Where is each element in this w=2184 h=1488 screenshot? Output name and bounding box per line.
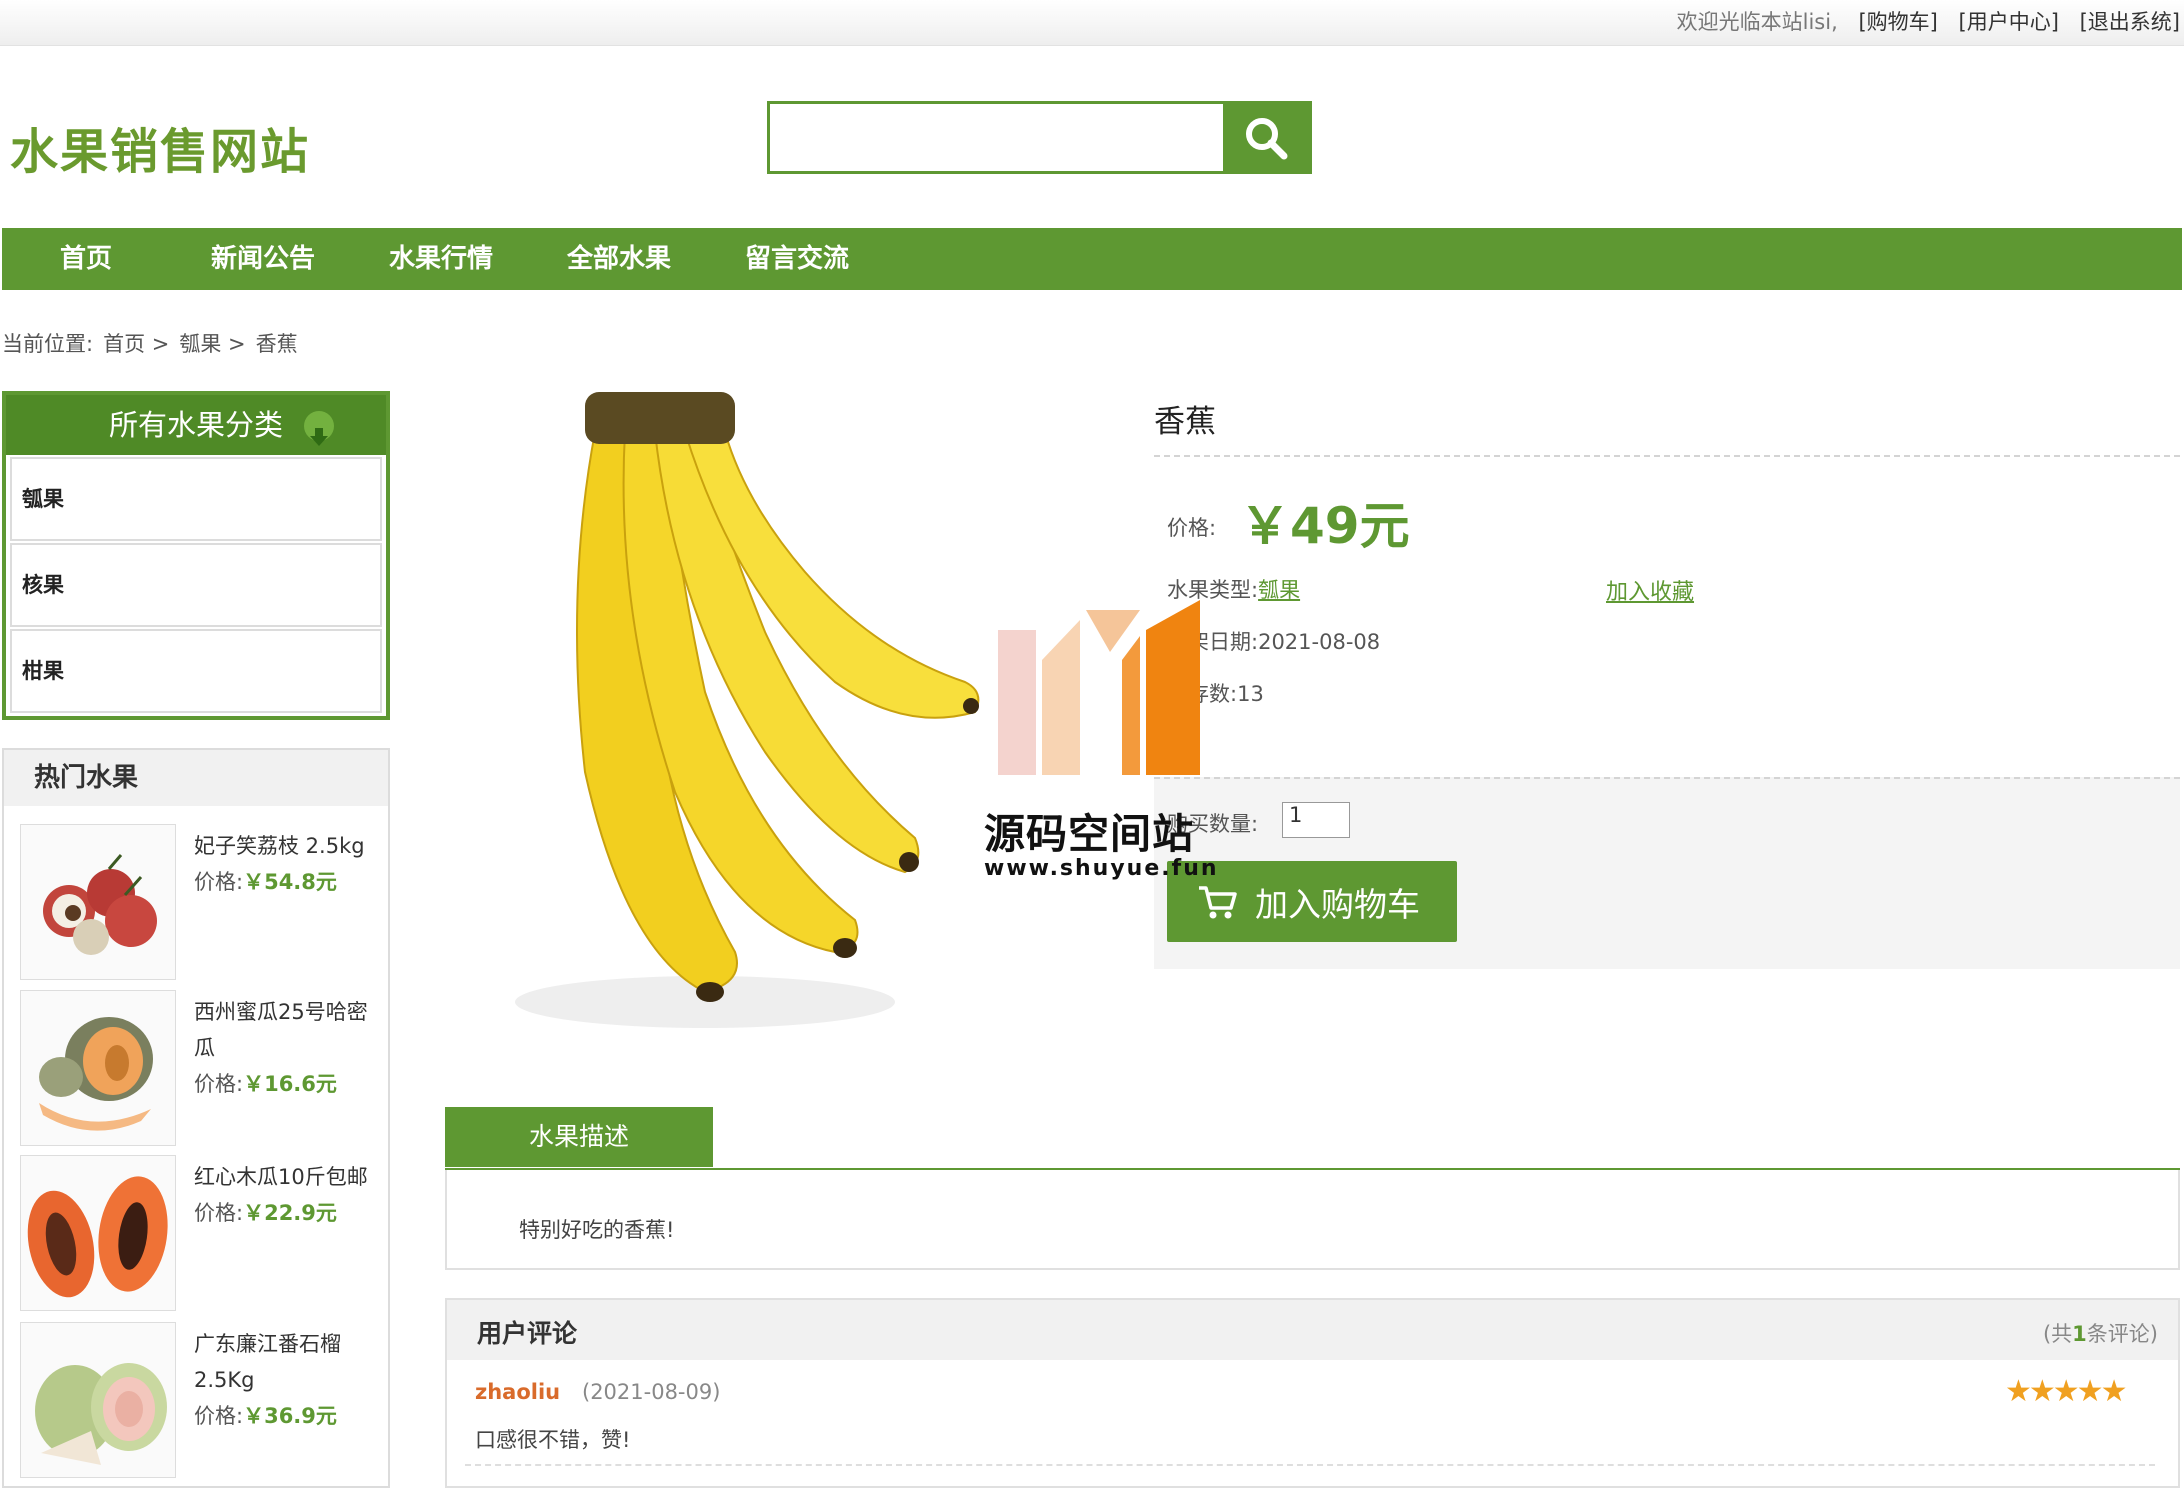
- tab-description[interactable]: 水果描述: [445, 1107, 713, 1167]
- hot-item-price: 价格:￥22.9元: [194, 1201, 337, 1225]
- breadcrumb-prefix: 当前位置:: [2, 332, 94, 356]
- category-panel-title: 所有水果分类: [108, 408, 283, 442]
- papaya-image[interactable]: [20, 1155, 176, 1311]
- product-title: 香蕉: [1154, 404, 1216, 440]
- breadcrumb: 当前位置: 首页 > 瓠果 > 香蕉: [2, 328, 308, 358]
- cart-link[interactable]: [购物车]: [1858, 10, 1937, 34]
- hot-item-price: 价格:￥36.9元: [194, 1404, 337, 1428]
- hot-item-price: 价格:￥54.8元: [194, 870, 337, 894]
- category-item[interactable]: 核果: [10, 543, 382, 627]
- quantity-input[interactable]: 1: [1282, 802, 1350, 838]
- review-date: (2021-08-09): [582, 1380, 721, 1404]
- watermark-logo: [998, 600, 1200, 775]
- category-item[interactable]: 柑果: [10, 629, 382, 713]
- review-rating-stars: ★★★★★: [2005, 1374, 2127, 1409]
- reviews-title: 用户评论: [477, 1319, 578, 1348]
- description-content: 特别好吃的香蕉!: [445, 1170, 2180, 1270]
- hot-item-name[interactable]: 西州蜜瓜25号哈密瓜: [194, 994, 380, 1066]
- search-input[interactable]: [770, 104, 1223, 171]
- review-text: 口感很不错，赞!: [475, 1428, 631, 1452]
- reviews-count: (共1条评论): [2042, 1322, 2158, 1346]
- hot-fruits-panel: 热门水果 妃子笑荔枝 2.5kg 价格:￥54.8元 西州蜜瓜25号哈密瓜 价格…: [2, 748, 390, 1488]
- divider: [1154, 455, 2180, 457]
- main-nav: 首页 新闻公告 水果行情 全部水果 留言交流: [2, 228, 2182, 290]
- hot-item: 西州蜜瓜25号哈密瓜 价格:￥16.6元: [20, 990, 380, 1150]
- hot-item-price: 价格:￥16.6元: [194, 1072, 337, 1096]
- hot-item-name[interactable]: 妃子笑荔枝 2.5kg: [194, 828, 380, 864]
- breadcrumb-home[interactable]: 首页 >: [103, 332, 169, 356]
- breadcrumb-current: 香蕉: [255, 332, 298, 356]
- search-icon: [1246, 117, 1288, 159]
- hot-item: 妃子笑荔枝 2.5kg 价格:￥54.8元: [20, 824, 380, 984]
- reviews-header: 用户评论 (共1条评论): [447, 1300, 2178, 1360]
- welcome-text: 欢迎光临本站lisi,: [1676, 10, 1838, 34]
- watermark-name: 源码空间站: [984, 810, 1194, 858]
- watermark-url: www.shuyue.fun: [984, 856, 1219, 881]
- product-image: [505, 392, 1005, 1040]
- hot-item: 广东廉江番石榴2.5Kg 价格:￥36.9元: [20, 1322, 380, 1482]
- user-center-link[interactable]: [用户中心]: [1959, 10, 2059, 34]
- product-price: ￥49元: [1240, 497, 1410, 555]
- guava-image[interactable]: [20, 1322, 176, 1478]
- nav-messages[interactable]: 留言交流: [745, 228, 849, 290]
- site-logo[interactable]: 水果销售网站: [10, 112, 310, 182]
- nav-home[interactable]: 首页: [60, 228, 112, 290]
- top-links: 欢迎光临本站lisi, [购物车] [用户中心] [退出系统]: [1677, 6, 2180, 36]
- hot-item: 红心木瓜10斤包邮 价格:￥22.9元: [20, 1155, 380, 1315]
- category-panel: 所有水果分类 瓠果 核果 柑果: [2, 391, 390, 720]
- logout-link[interactable]: [退出系统]: [2080, 10, 2180, 34]
- hot-item-name[interactable]: 红心木瓜10斤包邮: [194, 1159, 380, 1195]
- category-panel-header: 所有水果分类: [6, 395, 386, 455]
- watermark: 源码空间站 www.shuyue.fun: [984, 600, 1224, 900]
- nav-market[interactable]: 水果行情: [389, 228, 493, 290]
- nav-all-fruits[interactable]: 全部水果: [567, 228, 671, 290]
- arrow-down-icon: [304, 411, 334, 446]
- nav-news[interactable]: 新闻公告: [211, 228, 315, 290]
- type-label: 水果类型:: [1167, 578, 1259, 602]
- top-bar: 欢迎光临本站lisi, [购物车] [用户中心] [退出系统]: [0, 0, 2184, 46]
- hot-item-name[interactable]: 广东廉江番石榴2.5Kg: [194, 1326, 380, 1398]
- stock-value: 13: [1237, 682, 1264, 706]
- search-button[interactable]: [1223, 104, 1309, 171]
- reviews-panel: 用户评论 (共1条评论) zhaoliu (2021-08-09) ★★★★★ …: [445, 1298, 2180, 1488]
- category-item[interactable]: 瓠果: [10, 457, 382, 541]
- melon-image[interactable]: [20, 990, 176, 1146]
- review-author: zhaoliu: [475, 1380, 561, 1404]
- type-link[interactable]: 瓠果: [1258, 578, 1300, 602]
- add-favorite-link[interactable]: 加入收藏: [1606, 574, 1694, 606]
- add-to-cart-label: 加入购物车: [1255, 884, 1420, 924]
- breadcrumb-category[interactable]: 瓠果 >: [179, 332, 245, 356]
- price-label: 价格:: [1167, 516, 1217, 540]
- lychee-image[interactable]: [20, 824, 176, 980]
- search-box: [767, 101, 1312, 174]
- review-divider: [465, 1464, 2155, 1466]
- hot-fruits-title: 热门水果: [4, 750, 388, 806]
- date-value: 2021-08-08: [1258, 630, 1381, 654]
